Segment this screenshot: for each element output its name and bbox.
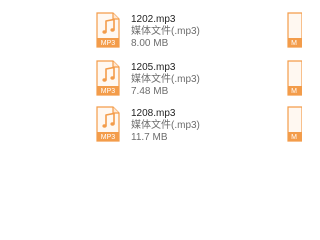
file-details: 1202.mp3 媒体文件(.mp3) 8.00 MB <box>131 14 271 50</box>
audio-file-icon: MP3 <box>96 12 120 48</box>
file-type: 媒体文件(.mp3) <box>131 120 200 131</box>
audio-file-icon: M <box>287 60 302 96</box>
audio-file-icon: M <box>287 12 302 48</box>
audio-file-icon: MP3 <box>96 60 120 96</box>
file-item-1202[interactable]: MP3 1202.mp3 媒体文件(.mp3) 8.00 MB <box>95 12 275 56</box>
partial-file-item[interactable]: M <box>286 106 302 142</box>
mp3-badge-partial: M <box>291 88 297 95</box>
file-size: 8.00 MB <box>131 38 169 49</box>
file-item-1208[interactable]: MP3 1208.mp3 媒体文件(.mp3) 11.7 MB <box>95 106 275 150</box>
file-name[interactable]: 1205.mp3 <box>131 62 271 74</box>
file-name[interactable]: 1208.mp3 <box>131 108 271 120</box>
file-size: 7.48 MB <box>131 86 169 97</box>
file-details: 1205.mp3 媒体文件(.mp3) 7.48 MB <box>131 62 271 98</box>
partial-file-item[interactable]: M <box>286 60 302 96</box>
navigation-pane-edge: › › › › <box>0 0 20 200</box>
mp3-badge: MP3 <box>101 88 116 95</box>
file-size: 11.7 MB <box>131 132 168 143</box>
file-name[interactable]: 1202.mp3 <box>131 14 271 26</box>
mp3-badge: MP3 <box>101 40 116 47</box>
mp3-badge-partial: M <box>291 40 297 47</box>
mp3-badge: MP3 <box>101 134 116 141</box>
file-type: 媒体文件(.mp3) <box>131 26 200 37</box>
audio-file-icon: M <box>287 106 302 142</box>
file-type: 媒体文件(.mp3) <box>131 74 200 85</box>
audio-file-icon: MP3 <box>96 106 120 142</box>
partial-file-item[interactable]: M <box>286 12 302 48</box>
file-details: 1208.mp3 媒体文件(.mp3) 11.7 MB <box>131 108 271 144</box>
file-item-1205[interactable]: MP3 1205.mp3 媒体文件(.mp3) 7.48 MB <box>95 60 275 104</box>
mp3-badge-partial: M <box>291 134 297 141</box>
